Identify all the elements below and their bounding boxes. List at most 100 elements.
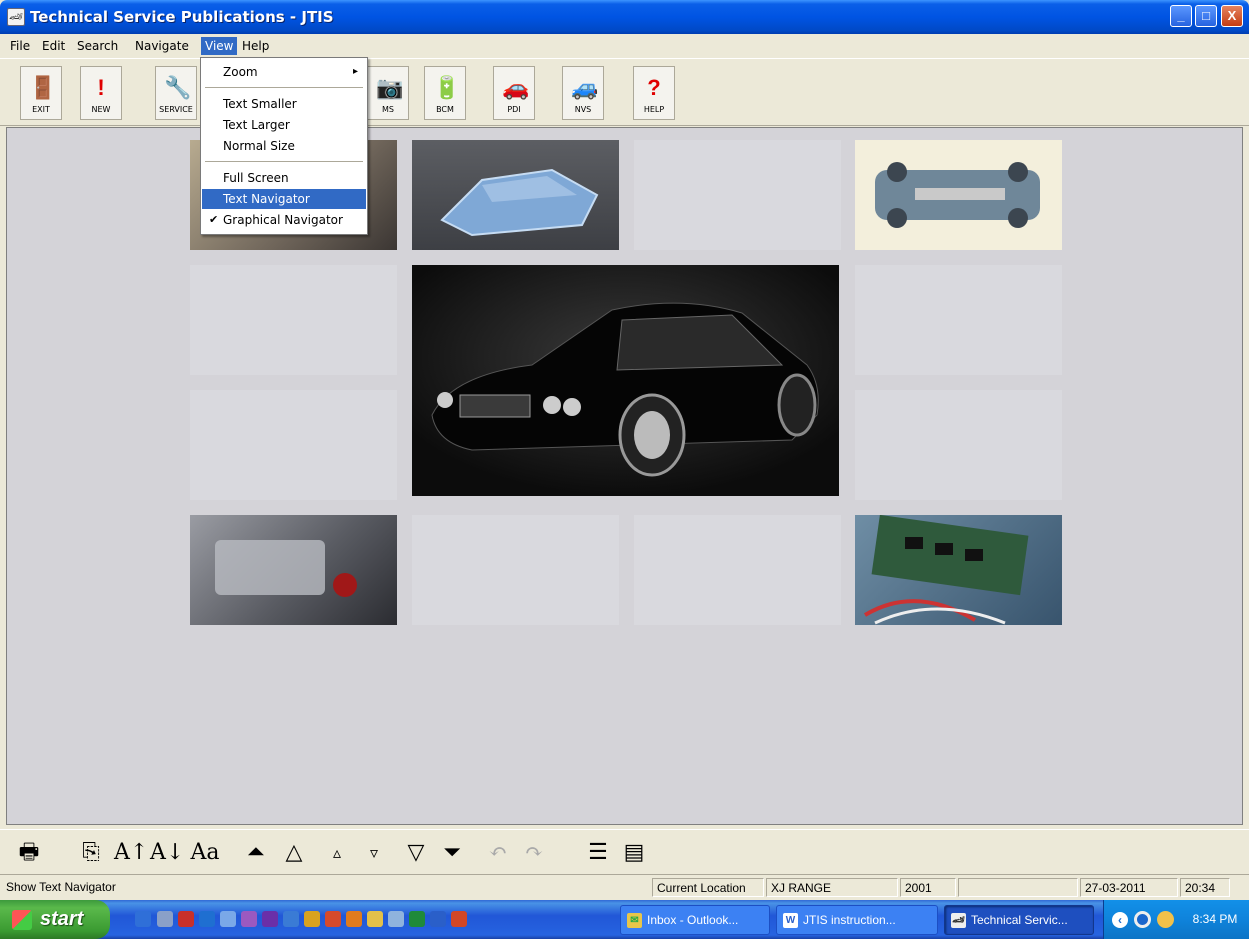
menu-item-text-smaller[interactable]: Text Smaller bbox=[202, 94, 366, 114]
battery-icon: 🔋 bbox=[433, 75, 461, 100]
back-icon[interactable]: ↶ bbox=[484, 838, 512, 868]
body-shell-image[interactable] bbox=[412, 140, 619, 250]
empty-tile bbox=[634, 140, 841, 250]
menu-bar: File Edit Search Navigate View Help bbox=[0, 35, 1249, 57]
full-screen-label: Full Screen bbox=[223, 171, 289, 185]
empty-tile bbox=[190, 390, 397, 500]
tray-collapse-icon[interactable]: ‹ bbox=[1112, 912, 1128, 928]
menu-file[interactable]: File bbox=[6, 37, 34, 55]
task-outlook-label: Inbox - Outlook... bbox=[647, 913, 739, 927]
graphical-navigator bbox=[6, 127, 1243, 825]
bcm-button[interactable]: 🔋 BCM bbox=[424, 66, 466, 120]
body-shell-drawing bbox=[440, 168, 599, 237]
menu-help[interactable]: Help bbox=[238, 37, 273, 55]
engine-drawing bbox=[215, 540, 357, 597]
zoom-label: Zoom bbox=[223, 65, 258, 79]
windows-logo-icon bbox=[12, 910, 32, 930]
exit-button[interactable]: 🚪 EXIT bbox=[20, 66, 62, 120]
empty-status-field bbox=[958, 878, 1078, 897]
bcm-label: BCM bbox=[436, 105, 454, 114]
tray-app-icon[interactable] bbox=[1134, 911, 1151, 928]
forward-icon[interactable]: ↷ bbox=[520, 838, 548, 868]
task-jtis[interactable]: 🏎 Technical Servic... bbox=[944, 905, 1094, 935]
text-larger-icon[interactable]: A↑ bbox=[114, 838, 148, 868]
menu-item-text-navigator[interactable]: Text Navigator bbox=[202, 189, 366, 209]
outlook-quicklaunch-icon[interactable] bbox=[135, 911, 151, 927]
excel-quicklaunch-icon[interactable] bbox=[409, 911, 425, 927]
task-word-label: JTIS instruction... bbox=[803, 913, 896, 927]
menu-edit[interactable]: Edit bbox=[38, 37, 69, 55]
car-noise-icon: 🚙 bbox=[571, 75, 599, 100]
tray-network-icon[interactable] bbox=[1157, 911, 1174, 928]
document-quicklaunch-icon[interactable] bbox=[157, 911, 173, 927]
start-button[interactable]: start bbox=[0, 900, 110, 939]
maximize-button[interactable]: □ bbox=[1195, 5, 1217, 27]
mail-quicklaunch-icon[interactable] bbox=[241, 911, 257, 927]
list-view-icon[interactable]: ☰ bbox=[584, 838, 612, 868]
refresh-quicklaunch-icon[interactable] bbox=[220, 911, 236, 927]
nvs-button[interactable]: 🚙 NVS bbox=[562, 66, 604, 120]
close-button[interactable]: X bbox=[1221, 5, 1243, 27]
status-bar: Show Text Navigator Current Location XJ … bbox=[0, 874, 1249, 899]
media-quicklaunch-icon[interactable] bbox=[325, 911, 341, 927]
task-outlook[interactable]: ✉ Inbox - Outlook... bbox=[620, 905, 770, 935]
taskbar-clock[interactable]: 8:34 PM bbox=[1185, 900, 1245, 939]
text-smaller-icon[interactable]: A↓ bbox=[150, 838, 184, 868]
menu-navigate[interactable]: Navigate bbox=[131, 37, 193, 55]
title-bar[interactable]: 🏎 Technical Service Publications - JTIS … bbox=[0, 0, 1249, 34]
help-button[interactable]: ? HELP bbox=[633, 66, 675, 120]
menu-item-text-larger[interactable]: Text Larger bbox=[202, 115, 366, 135]
previous-page-icon[interactable]: △ bbox=[280, 838, 308, 868]
next-page-icon[interactable]: ▽ bbox=[402, 838, 430, 868]
help-label: HELP bbox=[643, 105, 665, 114]
service-label: SERVICE bbox=[159, 105, 193, 114]
new-button[interactable]: ! NEW bbox=[80, 66, 122, 120]
application-window: 🏎 Technical Service Publications - JTIS … bbox=[0, 0, 1249, 939]
word-quicklaunch-icon[interactable] bbox=[430, 911, 446, 927]
q-quicklaunch-icon[interactable] bbox=[178, 911, 194, 927]
firefox-quicklaunch-icon[interactable] bbox=[346, 911, 362, 927]
menu-search[interactable]: Search bbox=[73, 37, 122, 55]
copy-icon[interactable]: ⎘ bbox=[76, 838, 106, 868]
outlook-icon: ✉ bbox=[627, 913, 642, 928]
minimize-button[interactable]: _ bbox=[1170, 5, 1192, 27]
menu-view[interactable]: View bbox=[201, 37, 238, 55]
date-field: 27-03-2011 bbox=[1080, 878, 1178, 897]
new-label: NEW bbox=[91, 105, 111, 114]
ie-quicklaunch-icon[interactable] bbox=[199, 911, 215, 927]
pdi-button[interactable]: 🚗 PDI bbox=[493, 66, 535, 120]
previous-icon[interactable]: ▵ bbox=[325, 838, 349, 868]
service-button[interactable]: 🔧 SERVICE bbox=[155, 66, 197, 120]
submenu-arrow-icon: ▸ bbox=[352, 66, 358, 77]
publisher-quicklaunch-icon[interactable] bbox=[262, 911, 278, 927]
electronics-image[interactable] bbox=[855, 515, 1062, 625]
start-label: start bbox=[40, 908, 84, 930]
main-car-image[interactable] bbox=[412, 265, 839, 496]
notes-quicklaunch-icon[interactable] bbox=[367, 911, 383, 927]
print-quicklaunch-icon[interactable] bbox=[388, 911, 404, 927]
time-field: 20:34 bbox=[1180, 878, 1230, 897]
document-view-icon[interactable]: ▤ bbox=[620, 838, 648, 868]
chassis-image[interactable] bbox=[855, 140, 1062, 250]
print-icon[interactable]: 🖶 bbox=[14, 838, 44, 868]
normal-size-label: Normal Size bbox=[223, 139, 295, 153]
ms-button[interactable]: 📷 MS bbox=[367, 66, 409, 120]
network-quicklaunch-icon[interactable] bbox=[304, 911, 320, 927]
powerpoint-quicklaunch-icon[interactable] bbox=[451, 911, 467, 927]
last-page-icon[interactable]: ⏷ bbox=[438, 838, 466, 868]
pdi-label: PDI bbox=[507, 105, 521, 114]
explorer-quicklaunch-icon[interactable] bbox=[283, 911, 299, 927]
exit-label: EXIT bbox=[32, 105, 50, 114]
menu-item-normal-size[interactable]: Normal Size bbox=[202, 136, 366, 156]
menu-item-zoom[interactable]: Zoom ▸ bbox=[202, 62, 366, 82]
exclamation-icon: ! bbox=[97, 75, 105, 100]
menu-item-graphical-navigator[interactable]: ✔ Graphical Navigator bbox=[202, 210, 366, 230]
task-word[interactable]: W JTIS instruction... bbox=[776, 905, 938, 935]
first-page-icon[interactable]: ⏶ bbox=[242, 838, 270, 868]
car-inspection-icon: 🚗 bbox=[502, 75, 530, 100]
menu-item-full-screen[interactable]: Full Screen bbox=[202, 168, 366, 188]
normal-text-icon[interactable]: Aa bbox=[188, 838, 222, 868]
engine-bay-image[interactable] bbox=[190, 515, 397, 625]
next-icon[interactable]: ▿ bbox=[362, 838, 386, 868]
checkmark-icon: ✔ bbox=[209, 213, 219, 226]
